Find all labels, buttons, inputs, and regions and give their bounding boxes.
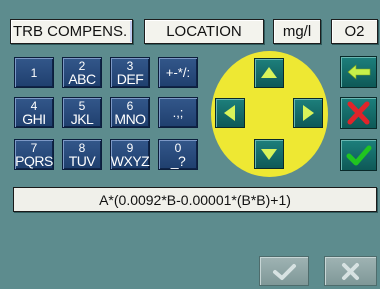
key-4-letters: GHI	[22, 110, 46, 127]
key-9[interactable]: 9 WXYZ	[110, 139, 150, 170]
location-label: LOCATION	[166, 23, 242, 40]
key-0-digit: 0	[174, 140, 182, 155]
channel-field[interactable]: O2	[331, 19, 378, 44]
key-9-letters: WXYZ	[110, 152, 150, 169]
key-4[interactable]: 4 GHI	[14, 97, 54, 128]
location-field[interactable]: LOCATION	[144, 19, 264, 44]
dpad-down-button[interactable]	[254, 139, 284, 169]
text-cursor	[130, 21, 132, 42]
key-5[interactable]: 5 JKL	[62, 97, 102, 128]
cancel-button-disabled[interactable]	[324, 256, 377, 286]
key-0-letters: _?	[170, 152, 186, 169]
key-3-letters: DEF	[116, 70, 144, 87]
key-7[interactable]: 7 PQRS	[14, 139, 54, 170]
key-operators[interactable]: +-*/:	[158, 57, 198, 88]
key-5-letters: JKL	[70, 110, 94, 127]
parameter-name-field[interactable]: TRB COMPENS.	[10, 19, 133, 44]
checkmark-icon	[346, 145, 372, 166]
formula-text: A*(0.0092*B-0.00001*(B*B)+1)	[99, 191, 291, 208]
unit-label: mg/l	[282, 23, 312, 40]
key-5-digit: 5	[78, 98, 86, 113]
key-punctuation-label: .,;	[172, 104, 184, 120]
arrow-down-icon	[261, 149, 277, 160]
delete-button[interactable]	[340, 97, 377, 129]
key-1[interactable]: 1	[14, 57, 54, 88]
dpad-right-button[interactable]	[293, 98, 323, 128]
arrow-left-icon	[224, 105, 235, 121]
confirm-button[interactable]	[340, 139, 377, 171]
key-9-digit: 9	[126, 140, 134, 155]
key-1-digit: 1	[30, 65, 38, 80]
channel-label: O2	[344, 23, 365, 40]
key-2-letters: ABC	[68, 70, 96, 87]
key-0[interactable]: 0 _?	[158, 139, 198, 170]
key-3[interactable]: 3 DEF	[110, 57, 150, 88]
key-4-digit: 4	[30, 98, 38, 113]
key-8[interactable]: 8 TUV	[62, 139, 102, 170]
backspace-arrow-icon	[347, 64, 371, 80]
checkmark-icon	[273, 264, 296, 280]
key-operators-label: +-*/:	[165, 64, 191, 80]
key-2-digit: 2	[78, 58, 86, 73]
dpad-left-button[interactable]	[215, 98, 245, 128]
key-2[interactable]: 2 ABC	[62, 57, 102, 88]
dpad-up-button[interactable]	[254, 58, 284, 88]
key-punctuation[interactable]: .,;	[158, 97, 198, 128]
red-x-icon	[347, 101, 370, 125]
key-3-digit: 3	[126, 58, 134, 73]
x-icon	[342, 263, 359, 280]
key-6-digit: 6	[126, 98, 134, 113]
key-8-letters: TUV	[68, 152, 96, 169]
ok-button-disabled[interactable]	[259, 256, 309, 286]
key-8-digit: 8	[78, 140, 86, 155]
key-6[interactable]: 6 MNO	[110, 97, 150, 128]
formula-display[interactable]: A*(0.0092*B-0.00001*(B*B)+1)	[13, 187, 377, 212]
arrow-up-icon	[261, 67, 277, 78]
backspace-button[interactable]	[340, 56, 377, 88]
arrow-right-icon	[303, 105, 314, 121]
key-7-letters: PQRS	[15, 152, 53, 169]
unit-field[interactable]: mg/l	[273, 19, 321, 44]
key-7-digit: 7	[30, 140, 38, 155]
key-6-letters: MNO	[114, 110, 146, 127]
parameter-name-text: TRB COMPENS.	[13, 23, 128, 40]
